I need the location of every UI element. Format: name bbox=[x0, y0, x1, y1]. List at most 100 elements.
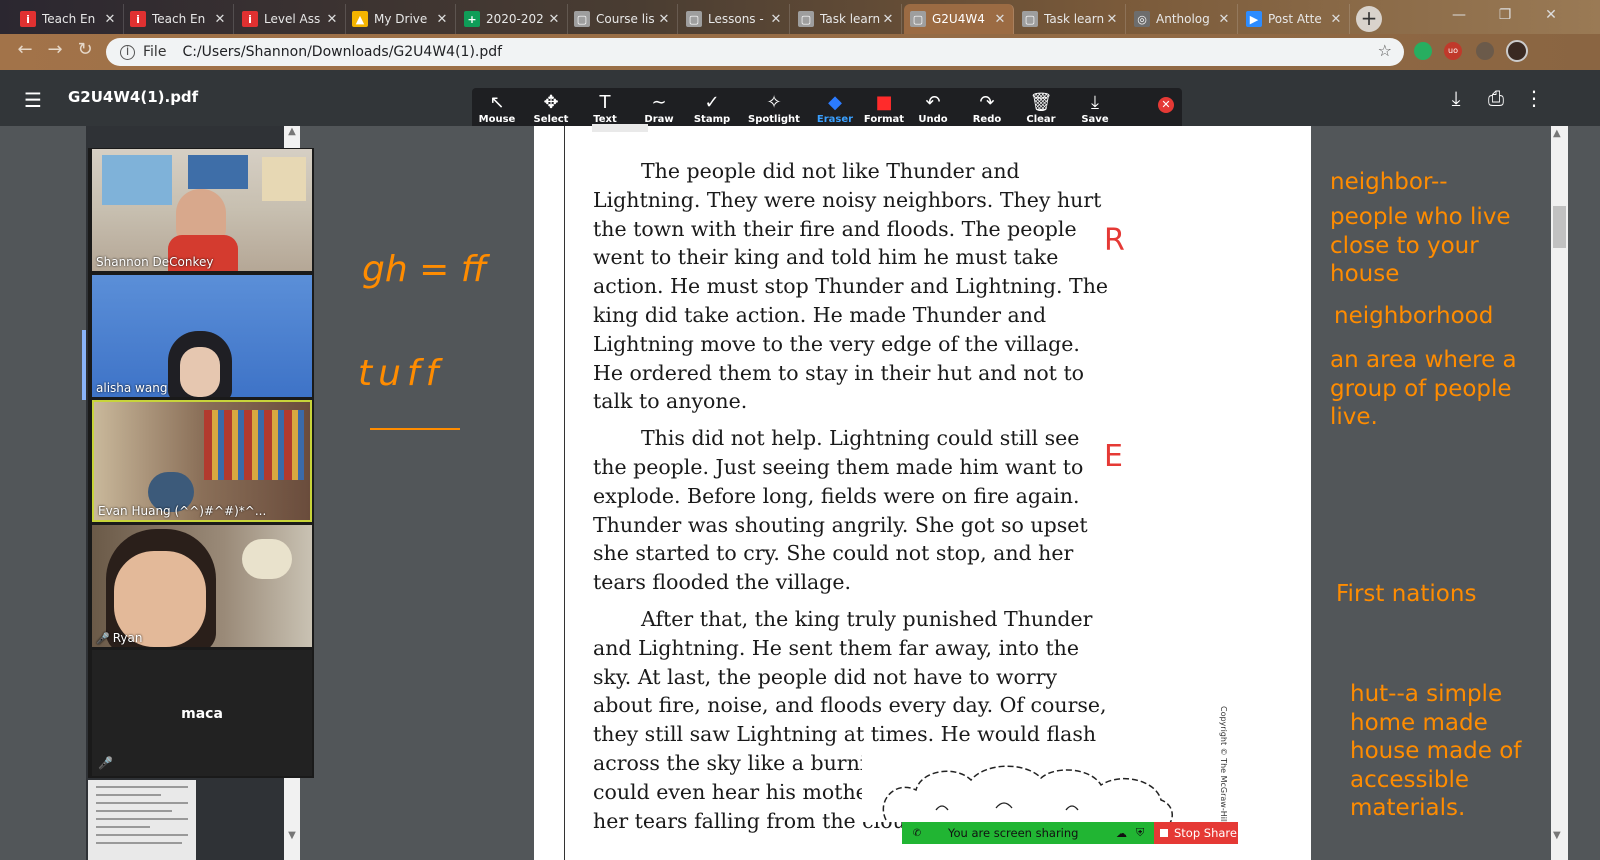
clear-icon: 🗑 bbox=[1029, 92, 1053, 113]
participant-name: Evan Huang (^^)#^#)*^... bbox=[98, 504, 267, 518]
tab-label: Teach En bbox=[152, 12, 206, 26]
text-icon: T bbox=[599, 92, 611, 113]
tab-close-icon[interactable]: ✕ bbox=[213, 12, 227, 27]
bookshelf bbox=[204, 410, 304, 480]
note-first-nations: First nations bbox=[1336, 581, 1477, 607]
tab-close-icon[interactable]: ✕ bbox=[435, 12, 449, 27]
reload-icon[interactable]: ↻ bbox=[72, 38, 98, 64]
browser-tab[interactable]: +2020-202 ✕ bbox=[458, 4, 568, 34]
tab-close-icon[interactable]: ✕ bbox=[325, 12, 339, 27]
select-icon: ✥ bbox=[543, 92, 559, 113]
restore-icon[interactable]: ❐ bbox=[1482, 0, 1528, 30]
participant-name: maca bbox=[181, 706, 223, 722]
stop-share-button[interactable]: Stop Share bbox=[1154, 822, 1238, 844]
browser-tab[interactable]: ▲ My Drive ✕ bbox=[346, 4, 456, 34]
screen-sharing-bar[interactable]: ✆ You are screen sharing ☁ ⛨ bbox=[902, 822, 1154, 844]
ublock-icon[interactable]: uo bbox=[1444, 42, 1462, 60]
tab-close-icon[interactable]: ✕ bbox=[769, 12, 783, 27]
back-icon[interactable]: ← bbox=[12, 38, 38, 64]
doc-scroll-up-icon[interactable]: ▲ bbox=[1553, 128, 1561, 139]
draw-icon: ∼ bbox=[651, 92, 667, 113]
thumbnail-selection-marker bbox=[82, 330, 86, 400]
profile-avatar[interactable] bbox=[1506, 40, 1528, 62]
browser-tab[interactable]: ▢ G2U4W4 ✕ bbox=[904, 4, 1014, 34]
video-tile-maca[interactable]: maca 🎤 bbox=[92, 650, 312, 776]
tool-label: Clear bbox=[1026, 114, 1056, 125]
tab-close-icon[interactable]: ✕ bbox=[103, 12, 117, 27]
tab-close-icon[interactable]: ✕ bbox=[993, 12, 1007, 27]
tab-close-icon[interactable]: ✕ bbox=[1105, 12, 1119, 27]
minimize-icon[interactable]: — bbox=[1436, 0, 1482, 30]
note-neighborhood-definition: an area where a group of people live. bbox=[1330, 347, 1517, 430]
tool-label: Redo bbox=[972, 114, 1002, 125]
tab-close-icon[interactable]: ✕ bbox=[1217, 12, 1231, 27]
tab-favicon-icon: ▢ bbox=[798, 11, 814, 27]
extension-green-icon[interactable] bbox=[1414, 42, 1432, 60]
tab-favicon-icon: ◎ bbox=[1134, 11, 1150, 27]
right-edge bbox=[1568, 126, 1600, 860]
tab-favicon-icon: ▶ bbox=[1246, 11, 1262, 27]
participant-name: alisha wang bbox=[96, 381, 168, 395]
menu-icon[interactable]: ☰ bbox=[24, 88, 42, 112]
tab-label: Level Ass bbox=[264, 12, 321, 26]
redo-icon: ↷ bbox=[979, 92, 995, 113]
scroll-down-icon[interactable]: ▼ bbox=[284, 830, 300, 846]
margin-mark-e: E bbox=[1104, 439, 1123, 474]
browser-tab[interactable]: ▶ Post Atte ✕ bbox=[1240, 4, 1350, 34]
poster bbox=[188, 155, 248, 189]
address-bar[interactable]: i File C:/Users/Shannon/Downloads/G2U4W4… bbox=[106, 38, 1404, 66]
network-icon: ☁ bbox=[1116, 826, 1127, 840]
close-window-icon[interactable]: ✕ bbox=[1528, 0, 1574, 30]
tab-close-icon[interactable]: ✕ bbox=[881, 12, 895, 27]
tab-favicon-icon: + bbox=[464, 11, 480, 27]
browser-tab[interactable]: i Level Ass ✕ bbox=[236, 4, 346, 34]
scheme-label: File bbox=[143, 44, 167, 60]
tab-label: Lessons - bbox=[708, 12, 764, 26]
doc-scroll-down-icon[interactable]: ▼ bbox=[1553, 830, 1561, 841]
bookmark-star-icon[interactable]: ☆ bbox=[1378, 41, 1392, 60]
video-tile-ryan[interactable]: 🎤 Ryan bbox=[92, 525, 312, 647]
document-scrollbar-thumb[interactable] bbox=[1553, 206, 1566, 248]
annotation-gh-ff: gh = ff bbox=[362, 249, 487, 290]
browser-tab[interactable]: ▢ Lessons - ✕ bbox=[680, 4, 790, 34]
extension-puzzle-icon[interactable] bbox=[1476, 42, 1494, 60]
note-neighborhood: neighborhood bbox=[1334, 303, 1494, 329]
more-options-icon[interactable]: ⋮ bbox=[1522, 86, 1546, 110]
tab-close-icon[interactable]: ✕ bbox=[1329, 12, 1343, 27]
tab-favicon-icon: ▢ bbox=[574, 11, 590, 27]
pdf-title: G2U4W4(1).pdf bbox=[68, 88, 199, 106]
browser-tab[interactable]: ▢ Course lis ✕ bbox=[568, 4, 678, 34]
print-icon[interactable]: ⎙ bbox=[1484, 86, 1508, 110]
download-icon[interactable]: ⤓ bbox=[1444, 86, 1468, 110]
scroll-up-icon[interactable]: ▲ bbox=[284, 126, 300, 142]
tool-label: Mouse bbox=[478, 114, 516, 125]
tab-favicon-icon: i bbox=[242, 11, 258, 27]
url-text: C:/Users/Shannon/Downloads/G2U4W4(1).pdf bbox=[182, 44, 503, 60]
mic-muted-icon: 🎤 bbox=[98, 756, 113, 770]
new-tab-button[interactable]: + bbox=[1356, 6, 1382, 32]
tool-label: Select bbox=[533, 114, 569, 125]
tab-close-icon[interactable]: ✕ bbox=[657, 12, 671, 27]
browser-tab[interactable]: ◎ Antholog ✕ bbox=[1128, 4, 1238, 34]
page-thumbnail[interactable] bbox=[88, 780, 196, 860]
tab-close-icon[interactable]: ✕ bbox=[547, 12, 561, 27]
browser-tab[interactable]: i Teach En ✕ bbox=[14, 4, 124, 34]
browser-tab[interactable]: i Teach En ✕ bbox=[124, 4, 234, 34]
tool-label: Undo bbox=[918, 114, 948, 125]
participant-name: Ryan bbox=[112, 631, 143, 645]
mouse-icon: ↖ bbox=[489, 92, 505, 113]
sharing-status: You are screen sharing bbox=[948, 826, 1079, 840]
phone-icon: ✆ bbox=[912, 827, 922, 839]
forward-icon[interactable]: → bbox=[42, 38, 68, 64]
info-icon[interactable]: i bbox=[120, 44, 135, 60]
video-tile-evan[interactable]: Evan Huang (^^)#^#)*^... bbox=[92, 400, 312, 522]
shield-icon: ⛨ bbox=[1136, 826, 1145, 839]
tab-label: My Drive bbox=[374, 12, 428, 26]
video-tile-shannon[interactable]: Shannon DeConkey bbox=[92, 149, 312, 271]
poster bbox=[102, 155, 172, 205]
browser-tab[interactable]: ▢ Task learn ✕ bbox=[1016, 4, 1126, 34]
video-tile-alisha[interactable]: alisha wang bbox=[92, 275, 312, 397]
browser-tab[interactable]: ▢ Task learn ✕ bbox=[792, 4, 902, 34]
tab-favicon-icon: i bbox=[20, 11, 36, 27]
close-annotation-icon[interactable]: ✕ bbox=[1158, 97, 1174, 113]
